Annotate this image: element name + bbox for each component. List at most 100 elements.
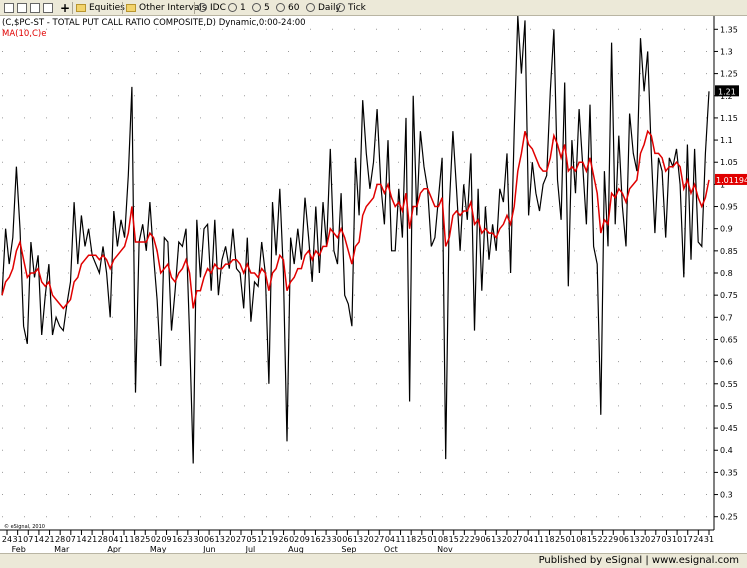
x-tick-label: 28 bbox=[98, 535, 108, 544]
x-month-label: Aug bbox=[288, 545, 304, 553]
x-tick-label: 27 bbox=[374, 535, 384, 544]
y-tick-label: 1.15 bbox=[720, 114, 738, 123]
x-tick-label: 27 bbox=[512, 535, 522, 544]
y-tick-label: 0.5 bbox=[720, 402, 733, 411]
add-icon[interactable]: + bbox=[60, 2, 70, 14]
x-tick-label: 08 bbox=[438, 535, 448, 544]
x-tick-label: 31 bbox=[704, 535, 714, 544]
x-tick-label: 11 bbox=[119, 535, 129, 544]
y-tick-label: 0.9 bbox=[720, 225, 733, 234]
x-tick-label: 20 bbox=[640, 535, 650, 544]
y-tick-label: 0.6 bbox=[720, 358, 733, 367]
ma-label: MA(10,C)e bbox=[2, 29, 46, 39]
x-tick-label: 26 bbox=[278, 535, 288, 544]
equities-menu[interactable]: Equities bbox=[76, 2, 125, 14]
y-tick-label: 1.05 bbox=[720, 158, 738, 167]
draw-icon[interactable] bbox=[43, 2, 53, 14]
x-tick-label: 23 bbox=[183, 535, 193, 544]
cursor-icon[interactable] bbox=[4, 2, 14, 14]
interval-5-button[interactable]: 5 bbox=[252, 2, 270, 14]
interval-1-label: 1 bbox=[240, 3, 246, 13]
intervals-label: Other Intervals bbox=[139, 3, 207, 13]
x-tick-label: 25 bbox=[555, 535, 565, 544]
y-tick-label: 1.35 bbox=[720, 25, 738, 34]
x-tick-label: 19 bbox=[268, 535, 278, 544]
ma-value-text: 1.01194 bbox=[716, 176, 747, 185]
x-tick-label: 04 bbox=[523, 535, 533, 544]
x-tick-label: 17 bbox=[683, 535, 693, 544]
x-tick-label: 01 bbox=[566, 535, 576, 544]
x-month-label: Nov bbox=[437, 545, 453, 553]
y-tick-label: 0.95 bbox=[720, 203, 738, 212]
y-tick-label: 0.45 bbox=[720, 424, 738, 433]
y-tick-label: 0.55 bbox=[720, 380, 738, 389]
x-tick-label: 20 bbox=[364, 535, 374, 544]
x-tick-label: 11 bbox=[395, 535, 405, 544]
y-tick-label: 0.25 bbox=[720, 513, 738, 522]
folder-icon bbox=[126, 3, 136, 12]
x-tick-label: 28 bbox=[55, 535, 65, 544]
x-month-label: Apr bbox=[107, 545, 122, 553]
x-tick-label: 29 bbox=[470, 535, 480, 544]
x-tick-label: 15 bbox=[449, 535, 459, 544]
interval-60-button[interactable]: 60 bbox=[276, 2, 299, 14]
x-tick-label: 23 bbox=[321, 535, 331, 544]
properties-icon[interactable] bbox=[30, 2, 40, 14]
interval-icon bbox=[228, 3, 237, 12]
x-tick-label: 29 bbox=[608, 535, 618, 544]
last-value-text: 1.21 bbox=[718, 87, 736, 96]
y-tick-label: 0.75 bbox=[720, 291, 738, 300]
x-tick-label: 04 bbox=[385, 535, 395, 544]
x-tick-label: 06 bbox=[619, 535, 629, 544]
interval-icon bbox=[306, 3, 315, 12]
x-tick-label: 20 bbox=[225, 535, 235, 544]
x-tick-label: 10 bbox=[672, 535, 682, 544]
interval-60-label: 60 bbox=[288, 3, 300, 13]
interval-icon bbox=[198, 3, 207, 12]
x-tick-label: 09 bbox=[161, 535, 171, 544]
x-month-label: Feb bbox=[12, 545, 26, 553]
x-axis: 24 31 07 14 21 28 07 14 21 28 04 11 18 25 02 09 16 23 30 06… bbox=[2, 530, 714, 553]
x-tick-label: 27 bbox=[651, 535, 661, 544]
x-tick-label: 24 bbox=[2, 535, 12, 544]
chart[interactable]: (C,$PC-ST - TOTAL PUT CALL RATIO COMPOSI… bbox=[0, 16, 747, 553]
x-tick-label: 18 bbox=[406, 535, 416, 544]
interval-icon bbox=[276, 3, 285, 12]
x-tick-label: 21 bbox=[44, 535, 54, 544]
x-month-label: Sep bbox=[341, 545, 356, 553]
interval-1-button[interactable]: 1 bbox=[228, 2, 246, 14]
x-tick-label: 13 bbox=[629, 535, 639, 544]
x-tick-label: 13 bbox=[215, 535, 225, 544]
x-tick-label: 24 bbox=[693, 535, 703, 544]
y-tick-label: 0.35 bbox=[720, 468, 738, 477]
y-tick-label: 0.85 bbox=[720, 247, 738, 256]
zoom-icon[interactable] bbox=[17, 2, 27, 14]
idc-label: IDC bbox=[210, 3, 226, 13]
interval-5-label: 5 bbox=[264, 3, 270, 13]
x-tick-label: 08 bbox=[576, 535, 586, 544]
x-tick-label: 02 bbox=[289, 535, 299, 544]
folder-icon bbox=[76, 3, 86, 12]
y-tick-label: 1.1 bbox=[720, 136, 733, 145]
x-tick-label: 06 bbox=[342, 535, 352, 544]
x-tick-label: 27 bbox=[236, 535, 246, 544]
interval-icon bbox=[336, 3, 345, 12]
tick-button[interactable]: Tick bbox=[336, 2, 366, 14]
x-tick-label: 13 bbox=[491, 535, 501, 544]
footer-text: Published by eSignal | www.esignal.com bbox=[538, 555, 739, 566]
x-tick-label: 25 bbox=[140, 535, 150, 544]
x-tick-label: 02 bbox=[151, 535, 161, 544]
x-tick-label: 06 bbox=[481, 535, 491, 544]
x-tick-label: 13 bbox=[353, 535, 363, 544]
y-tick-label: 0.4 bbox=[720, 446, 733, 455]
x-tick-label: 01 bbox=[427, 535, 437, 544]
x-tick-label: 16 bbox=[310, 535, 320, 544]
idc-button[interactable]: IDC bbox=[198, 2, 226, 14]
x-month-label: Mar bbox=[54, 545, 70, 553]
y-axis: 0.25 0.3 0.35 0.4 0.45 0.5 0.55 0.6 0.65 0.7 0.75 0… bbox=[714, 25, 738, 522]
y-tick-label: 0.3 bbox=[720, 491, 733, 500]
x-tick-label: 07 bbox=[66, 535, 76, 544]
x-tick-label: 07 bbox=[23, 535, 33, 544]
x-tick-label: 22 bbox=[459, 535, 469, 544]
x-tick-label: 30 bbox=[332, 535, 342, 544]
